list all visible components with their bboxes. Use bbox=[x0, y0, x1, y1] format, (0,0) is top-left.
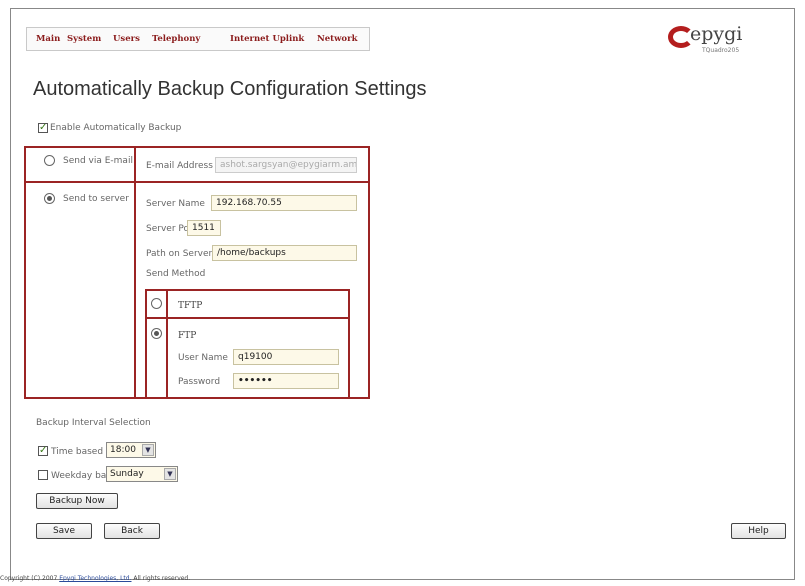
logo-model: TQuadro205 bbox=[702, 47, 740, 54]
enable-backup-label: Enable Automatically Backup bbox=[50, 123, 182, 133]
divider bbox=[166, 289, 168, 399]
copyright-footer: Copyright (C) 2007 Epygi Technologies, L… bbox=[0, 575, 190, 582]
time-select[interactable]: 18:00 ▼ bbox=[106, 442, 156, 458]
path-on-server-label: Path on Server bbox=[146, 249, 213, 259]
send-via-email-label: Send via E-mail bbox=[63, 156, 133, 166]
ftp-label: FTP bbox=[178, 331, 197, 341]
server-name-label: Server Name bbox=[146, 199, 205, 209]
save-button[interactable]: Save bbox=[36, 523, 92, 539]
main-nav: Main System Users Telephony Internet Upl… bbox=[26, 27, 370, 51]
chevron-down-icon: ▼ bbox=[164, 468, 176, 480]
nav-system[interactable]: System bbox=[67, 34, 101, 44]
send-via-email-radio[interactable] bbox=[44, 155, 55, 166]
interval-section-label: Backup Interval Selection bbox=[36, 418, 151, 428]
time-based-label: Time based bbox=[51, 447, 104, 457]
page-title: Automatically Backup Configuration Setti… bbox=[33, 78, 427, 100]
user-name-field[interactable]: q19100 bbox=[233, 349, 339, 365]
epygi-link[interactable]: Epygi Technologies, Ltd. bbox=[59, 575, 131, 582]
nav-telephony[interactable]: Telephony bbox=[152, 34, 200, 44]
weekday-select-value: Sunday bbox=[110, 469, 144, 479]
password-label: Password bbox=[178, 377, 221, 387]
tftp-label: TFTP bbox=[178, 301, 203, 311]
path-on-server-field[interactable]: /home/backups bbox=[212, 245, 357, 261]
chevron-down-icon: ▼ bbox=[142, 444, 154, 456]
send-to-server-radio[interactable] bbox=[44, 193, 55, 204]
user-name-label: User Name bbox=[178, 353, 228, 363]
weekday-based-checkbox[interactable] bbox=[38, 470, 48, 480]
weekday-select[interactable]: Sunday ▼ bbox=[106, 466, 178, 482]
email-address-field[interactable]: ashot.sargsyan@epygiarm.am bbox=[215, 157, 357, 173]
divider bbox=[134, 146, 136, 399]
nav-users[interactable]: Users bbox=[113, 34, 140, 44]
nav-main[interactable]: Main bbox=[36, 34, 60, 44]
copyright-suffix: All rights reserved. bbox=[131, 575, 191, 582]
backup-now-button[interactable]: Backup Now bbox=[36, 493, 118, 509]
logo-text: epygi bbox=[690, 23, 743, 45]
time-select-value: 18:00 bbox=[110, 445, 136, 455]
password-field[interactable]: •••••• bbox=[233, 373, 339, 389]
server-name-field[interactable]: 192.168.70.55 bbox=[211, 195, 357, 211]
time-based-checkbox[interactable]: ✓ bbox=[38, 446, 48, 456]
send-to-server-label: Send to server bbox=[63, 194, 129, 204]
tftp-radio[interactable] bbox=[151, 298, 162, 309]
divider bbox=[145, 317, 350, 319]
divider bbox=[24, 181, 370, 183]
help-button[interactable]: Help bbox=[731, 523, 786, 539]
epygi-logo: epygi TQuadro205 bbox=[668, 23, 768, 60]
enable-backup-checkbox[interactable]: ✓ bbox=[38, 123, 48, 133]
nav-network[interactable]: Network bbox=[317, 34, 357, 44]
send-method-label: Send Method bbox=[146, 269, 206, 279]
email-address-label: E-mail Address bbox=[146, 161, 213, 171]
ftp-radio[interactable] bbox=[151, 328, 162, 339]
copyright-prefix: Copyright (C) 2007 bbox=[0, 575, 60, 582]
back-button[interactable]: Back bbox=[104, 523, 160, 539]
server-port-field[interactable]: 1511 bbox=[187, 220, 221, 236]
nav-internet-uplink[interactable]: Internet Uplink bbox=[230, 34, 304, 44]
